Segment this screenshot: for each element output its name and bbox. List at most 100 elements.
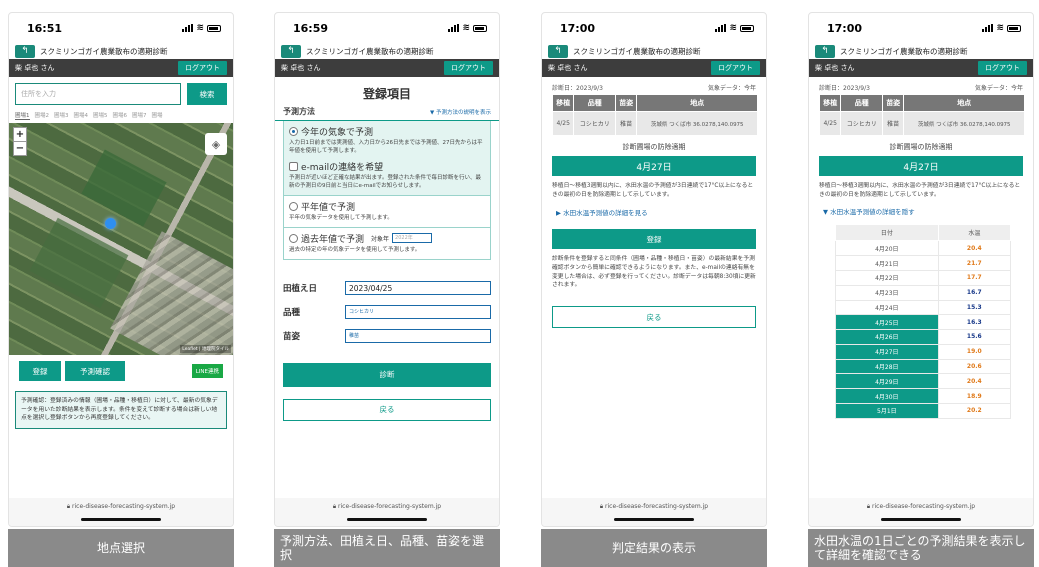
browser-url-bar: 🔒︎ rice-disease-forecasting-system.jp (275, 498, 499, 526)
method-help-link[interactable]: ▼ 予測方法の説明を表示 (430, 108, 491, 116)
back-arrow-icon[interactable]: ↰ (281, 44, 301, 58)
home-indicator (881, 518, 961, 521)
layers-icon[interactable]: ◈ (205, 133, 227, 155)
status-bar: 16:59 ≋ (275, 13, 499, 43)
option-description: 平年の気象データを使用して予測します。 (289, 214, 393, 221)
signal-icon (448, 24, 460, 32)
user-bar: 柴 卓也 さん ログアウト (542, 59, 766, 77)
app-title: スクミリンゴガイ農業散布の適期診断 (573, 46, 701, 56)
browser-url-bar: 🔒︎ rice-disease-forecasting-system.jp (9, 498, 233, 526)
register-note: 診断条件を登録すると同条件（圃場・品種・移植日・苗姿）の最新結果を予測確認ボタン… (552, 256, 756, 289)
option-title: 過去年値で予測 (301, 234, 365, 245)
logout-button[interactable]: ログアウト (178, 61, 227, 75)
option-past-year[interactable]: 過去年値で予測 対象年 2022年 過去の特定の年の気象データを使用して予測します。 (283, 227, 491, 260)
radio-past-year[interactable] (289, 233, 298, 243)
home-indicator (347, 518, 427, 521)
temp-date-cell: 4月24日 (835, 299, 939, 316)
email-option-title: e-mailの連絡を希望 (301, 162, 384, 173)
section-title: 診断圃場の防除適期 (889, 143, 953, 151)
diagnosis-header: 診断日：2023/9/3 気象データ：今年 (542, 83, 766, 92)
register-button[interactable]: 登録 (552, 229, 756, 250)
home-indicator (81, 518, 161, 521)
email-checkbox[interactable] (289, 161, 298, 171)
table-row: 4/25 コシヒカリ 稚苗 茨城県 つくば市 36.0278,140.0975 (818, 111, 1025, 136)
logout-button[interactable]: ログアウト (444, 61, 493, 75)
status-bar: 17:00 ≋ (542, 13, 766, 43)
forecast-check-button[interactable]: 予測確認 (65, 361, 125, 381)
seedling-select[interactable]: 稚苗 (345, 328, 491, 343)
water-temp-toggle[interactable]: ▶ 水田水温予測値の詳細を見る (542, 199, 766, 217)
back-arrow-icon[interactable]: ↰ (815, 44, 835, 58)
variety-select[interactable]: コシヒカリ (345, 304, 491, 319)
temp-date-cell: 4月23日 (835, 284, 939, 301)
table-row: 4月30日 18.9 (835, 388, 1012, 404)
line-link-button[interactable]: LINE連携 (191, 364, 223, 378)
table-header: 移植 (551, 94, 575, 112)
weather-source: 気象データ：今年 (974, 85, 1023, 92)
home-indicator (614, 518, 694, 521)
lock-icon: 🔒︎ (599, 503, 604, 510)
caption-3: 判定結果の表示 (541, 529, 767, 567)
temp-value-cell: 16.7 (937, 284, 1012, 301)
tab-field-8[interactable]: 圃場 (152, 111, 163, 119)
radio-this-year[interactable] (289, 127, 298, 136)
temp-date-cell: 4月29日 (835, 373, 939, 390)
back-arrow-icon[interactable]: ↰ (548, 44, 568, 58)
map-attribution[interactable]: Leaflet | 地理院タイル (180, 345, 231, 353)
table-cell: コシヒカリ (840, 111, 883, 136)
battery-icon (1007, 24, 1021, 32)
url-text: rice-disease-forecasting-system.jp (872, 503, 976, 510)
action-row: 登録 予測確認 LINE連携 (9, 355, 233, 387)
tab-field-2[interactable]: 圃場2 (35, 111, 50, 119)
table-header: 苗姿 (614, 94, 638, 112)
temp-date-cell: 4月30日 (835, 388, 939, 404)
temp-value-cell: 21.7 (937, 255, 1012, 271)
temp-value-cell: 20.4 (937, 373, 1012, 390)
satellite-map[interactable]: + − ◈ Leaflet | 地理院タイル (9, 123, 233, 355)
zoom-out-button[interactable]: − (14, 142, 26, 155)
back-button[interactable]: 戻る (283, 398, 491, 421)
tab-field-3[interactable]: 圃場3 (54, 111, 69, 119)
browser-url-bar: 🔒︎ rice-disease-forecasting-system.jp (809, 498, 1033, 526)
logout-button[interactable]: ログアウト (711, 61, 760, 75)
planting-date-label: 田植え日 (283, 283, 318, 294)
search-button[interactable]: 検索 (187, 83, 227, 105)
lock-icon: 🔒︎ (332, 503, 337, 510)
table-row: 4月28日 20.6 (835, 358, 1012, 375)
logout-button[interactable]: ログアウト (978, 61, 1027, 75)
back-button[interactable]: 戻る (552, 306, 756, 329)
back-arrow-icon[interactable]: ↰ (15, 44, 35, 58)
result-explanation: 移植日〜移植3週間以内に、水田水温の予測値が3日連続で17°C以上になるときの最… (552, 183, 754, 198)
map-paddy-area (29, 217, 129, 309)
option-normal-year[interactable]: 平年値で予測 平年の気象データを使用して予測します。 (283, 195, 491, 228)
radio-normal-year[interactable] (289, 201, 298, 211)
temp-date-cell: 4月22日 (835, 269, 939, 286)
column-header-temp: 水温 (937, 224, 1012, 242)
tab-field-7[interactable]: 圃場7 (132, 111, 147, 119)
tab-field-6[interactable]: 圃場6 (113, 111, 128, 119)
status-time: 16:59 (293, 21, 329, 35)
address-search-input[interactable]: 住所を入力 (15, 83, 181, 105)
app-titlebar: ↰ スクミリンゴガイ農業散布の適期診断 (9, 43, 233, 59)
option-this-year[interactable]: 今年の気象で予測 入力日1日前までは実測値、入力日から26日先までは予測値、27… (283, 121, 491, 196)
tab-field-5[interactable]: 圃場5 (93, 111, 108, 119)
planting-date-input[interactable]: 2023/04/25 (345, 280, 491, 295)
location-marker-icon[interactable] (105, 218, 116, 229)
temp-date-cell: 4月26日 (835, 329, 939, 345)
table-header: 苗姿 (881, 94, 905, 112)
caption-1: 地点選択 (8, 529, 234, 567)
wifi-icon: ≋ (729, 23, 737, 33)
temp-value-cell: 15.6 (937, 329, 1012, 345)
tab-field-1[interactable]: 圃場1 (15, 111, 30, 120)
table-row: 4月27日 19.0 (835, 343, 1012, 360)
water-temperature-table: 日付 水温 4月20日 20.4 4月21日 21.7 4月22日 17.7 4月23日 16… (835, 224, 1012, 419)
option-title: 平年値で予測 (301, 202, 356, 213)
temp-date-cell: 4月25日 (835, 314, 939, 331)
table-cell: 4/25 (818, 111, 842, 136)
diagnose-button[interactable]: 診断 (283, 362, 491, 387)
target-year-input[interactable]: 2022年 (392, 233, 433, 244)
register-button[interactable]: 登録 (19, 361, 61, 381)
water-temp-toggle[interactable]: ▼ 水田水温予測値の詳細を隠す (809, 199, 1033, 216)
zoom-in-button[interactable]: + (14, 128, 26, 142)
tab-field-4[interactable]: 圃場4 (74, 111, 89, 119)
